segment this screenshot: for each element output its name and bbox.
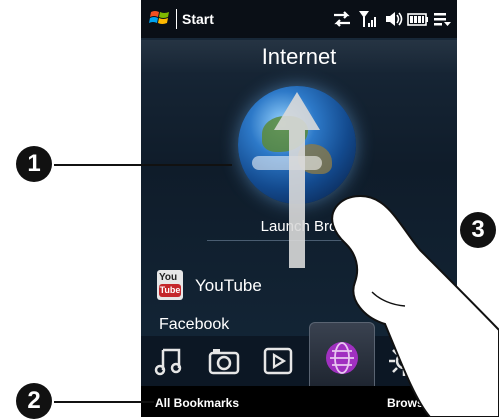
volume-icon[interactable] [383, 9, 405, 29]
more-tab-icon[interactable] [439, 344, 457, 378]
youtube-icon: You Tube [157, 270, 183, 300]
favorite-label: YouTube [195, 276, 262, 295]
browser-softkey[interactable]: Browser [387, 396, 435, 410]
all-bookmarks-softkey[interactable]: All Bookmarks [155, 396, 239, 410]
softkey-bar: All Bookmarks Browser [141, 386, 457, 417]
data-connection-icon[interactable] [331, 9, 353, 29]
windows-start-icon[interactable] [149, 7, 171, 29]
tab-title: Internet [141, 40, 457, 74]
globe-cloud [252, 156, 322, 170]
settings-icon[interactable] [387, 344, 421, 378]
youtube-logo-you: You [159, 272, 178, 283]
video-icon[interactable] [261, 344, 295, 378]
signal-strength-icon[interactable] [357, 9, 379, 29]
phone-screen: Start Internet Launch Bro You Tube YouTu… [141, 0, 457, 417]
music-icon[interactable] [153, 344, 187, 378]
callout-1: 1 [16, 146, 52, 182]
statusbar-separator [176, 9, 177, 29]
callout-3: 3 [460, 212, 496, 248]
internet-icon[interactable] [324, 340, 360, 376]
status-bar: Start [141, 0, 457, 38]
launch-browser-globe[interactable] [238, 86, 356, 204]
callout-1-leader [54, 164, 232, 166]
camera-icon[interactable] [207, 344, 241, 378]
callout-2-leader [54, 401, 154, 403]
start-label[interactable]: Start [182, 11, 214, 27]
youtube-logo-tube: Tube [159, 284, 181, 297]
launch-divider [207, 240, 393, 241]
battery-icon[interactable] [407, 9, 429, 29]
menu-icon[interactable] [432, 9, 454, 29]
favorite-item-facebook[interactable]: Facebook [159, 316, 229, 334]
launch-browser-label[interactable]: Launch Bro [141, 218, 457, 235]
tab-bar [141, 322, 457, 387]
callout-2: 2 [16, 383, 52, 419]
